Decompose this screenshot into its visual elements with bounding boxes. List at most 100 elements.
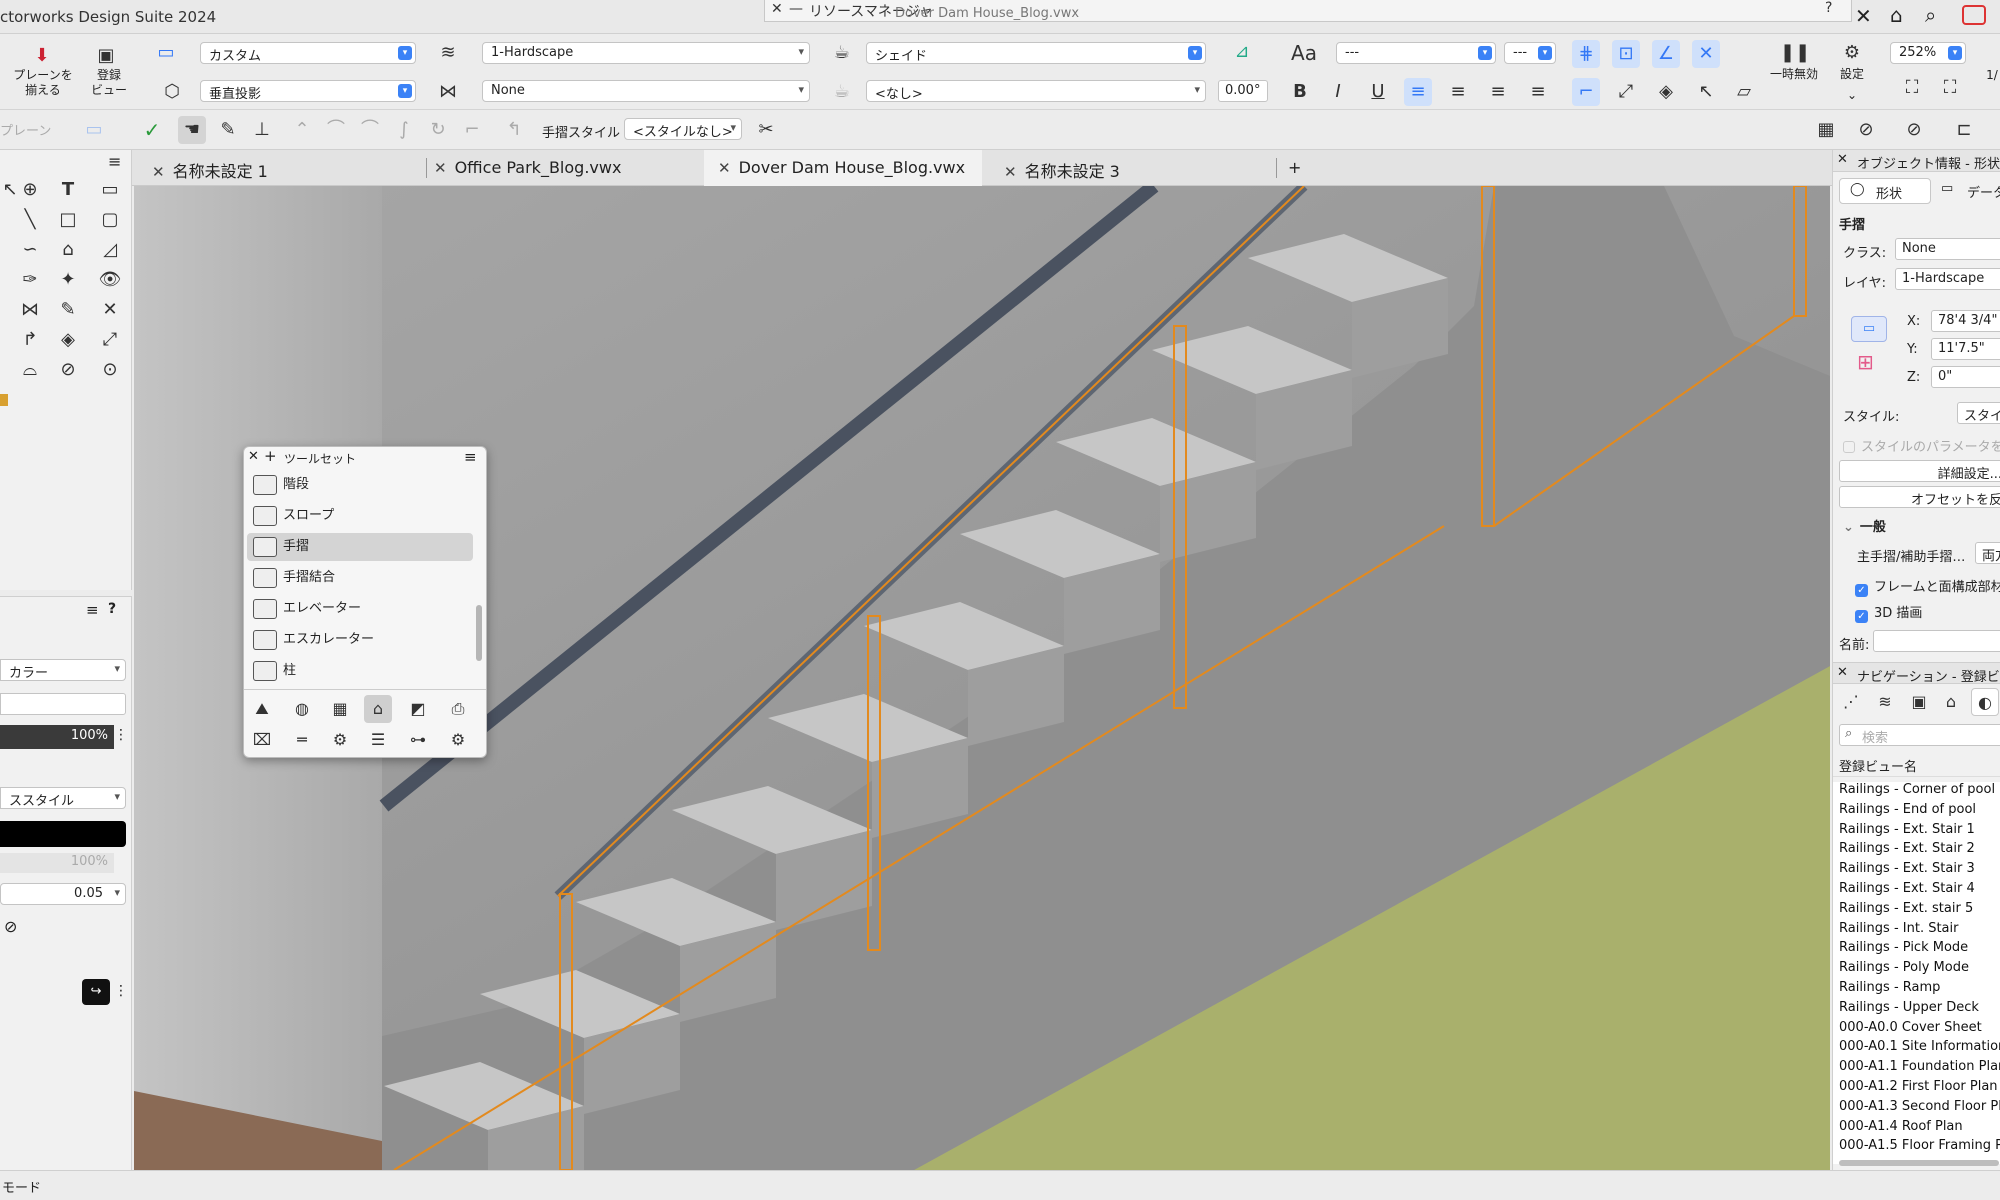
class-select[interactable]: カスタム ▾ xyxy=(200,42,416,64)
detail-toolset-icon[interactable]: ◩ xyxy=(404,695,432,723)
list-item[interactable]: 000-A0.1 Site Information xyxy=(1839,1039,2000,1054)
class-field[interactable]: None xyxy=(1895,238,2000,260)
tab-dover-dam[interactable]: ✕ Dover Dam House_Blog.vwx xyxy=(718,158,965,177)
layers-icon[interactable]: ≋ xyxy=(1871,688,1899,716)
mep-toolset-icon[interactable]: ⊶ xyxy=(404,726,432,754)
frame-checkbox[interactable]: ✓ フレームと面構成部材 xyxy=(1855,576,2000,597)
font-select[interactable]: --- ▾ xyxy=(1336,42,1496,64)
zoom-select[interactable]: 252% ▾ xyxy=(1890,42,1966,64)
y-field[interactable]: 11'7.5" xyxy=(1931,338,2000,360)
list-item[interactable]: Railings - Ext. Stair 4 xyxy=(1839,881,1975,896)
close-icon[interactable]: ✕ xyxy=(1837,152,1848,167)
more-options-icon[interactable]: ⋮ xyxy=(114,727,128,743)
horizontal-scrollbar[interactable] xyxy=(1839,1160,1999,1166)
list-item[interactable]: Railings - Ext. stair 5 xyxy=(1839,901,1973,916)
rectangle-tool-icon[interactable]: □ xyxy=(54,206,82,234)
polyline-tool-icon[interactable]: ◿ xyxy=(96,236,124,264)
main-rail-select[interactable]: 両方 xyxy=(1975,542,2000,564)
list-item[interactable]: Railings - Int. Stair xyxy=(1839,921,1958,936)
tool-railing[interactable]: 手摺 xyxy=(247,533,473,561)
snap-intersection-icon[interactable]: ✕ xyxy=(1692,40,1720,68)
mirror-tool-icon[interactable]: ⋈ xyxy=(16,296,44,324)
render-mode-select[interactable]: シェイド ▾ xyxy=(866,42,1206,64)
plane-icon[interactable]: ▭ xyxy=(152,39,180,67)
list-item[interactable]: 000-A0.0 Cover Sheet xyxy=(1839,1020,1982,1035)
line-tool-icon[interactable]: ╲ xyxy=(16,206,44,234)
help-icon[interactable]: ? xyxy=(108,601,116,617)
extrude-tool-icon[interactable]: ◈ xyxy=(54,326,82,354)
add-icon[interactable]: + xyxy=(264,447,277,465)
arc-tool-icon[interactable]: ⌓ xyxy=(16,356,44,384)
minimize-icon[interactable]: — xyxy=(789,1,803,17)
fillet-mode-icon[interactable]: ↰ xyxy=(500,116,528,144)
font-icon[interactable]: Aa xyxy=(1290,39,1318,67)
tool-elevator[interactable]: エレベーター xyxy=(247,595,473,623)
gear-icon[interactable]: ⚙ xyxy=(1838,39,1866,67)
list-item[interactable]: 000-A1.4 Roof Plan xyxy=(1839,1119,1963,1134)
connect-icon[interactable]: ⋰ xyxy=(1837,688,1865,716)
stair-mode-icon[interactable]: ⊥ xyxy=(248,116,276,144)
hide-icon[interactable]: ⊘ xyxy=(1852,116,1880,144)
help-icon[interactable]: ? xyxy=(1825,0,1832,16)
list-item[interactable]: Railings - Upper Deck xyxy=(1839,1000,1979,1015)
polygon-tool-icon[interactable]: ⌂ xyxy=(54,236,82,264)
close-icon[interactable]: ✕ xyxy=(718,159,731,177)
palette-menu-icon[interactable]: ≡ xyxy=(464,448,477,466)
list-item[interactable]: 000-A1.3 Second Floor Pl xyxy=(1839,1099,2000,1114)
arc3-mode-icon[interactable]: ⌐ xyxy=(458,116,486,144)
circle-tool-icon[interactable]: ⊘ xyxy=(54,356,82,384)
snap-edge-icon[interactable]: ↖ xyxy=(1692,78,1720,106)
name-field[interactable] xyxy=(1873,630,2000,652)
callout-tool-icon[interactable]: ▭ xyxy=(96,176,124,204)
site-toolset-icon[interactable]: ⛰ xyxy=(248,695,276,723)
align-left-icon[interactable]: ≡ xyxy=(1404,78,1432,106)
align-planes-button[interactable]: プレーンを 揃える xyxy=(0,68,86,98)
target-tool-icon[interactable]: ⊙ xyxy=(96,356,124,384)
projection-select[interactable]: 垂直投影 ▾ xyxy=(200,80,416,102)
home-icon[interactable]: ⌂ xyxy=(1890,3,1903,27)
resources-icon[interactable]: ⌂ xyxy=(1937,688,1965,716)
x-field[interactable]: 78'4 3/4" xyxy=(1931,310,2000,332)
section-toolset-icon[interactable]: ☰ xyxy=(364,726,392,754)
snap-tangent-icon[interactable]: ⤢ xyxy=(1612,78,1640,106)
rail-style-select[interactable]: <スタイルなし> ▾ xyxy=(624,118,742,140)
fit-page-icon[interactable]: ⛶ xyxy=(1898,74,1926,102)
fill-opacity-slider[interactable]: 100% xyxy=(0,725,114,749)
general-section[interactable]: ⌄ 一般 xyxy=(1843,516,1886,535)
camera-toolset-icon[interactable]: ⎙ xyxy=(444,695,472,723)
list-item[interactable]: Railings - Poly Mode xyxy=(1839,960,1969,975)
align-justify-icon[interactable]: ≡ xyxy=(1524,78,1552,106)
layer-link-icon[interactable]: ⋈ xyxy=(434,78,462,106)
eyedropper-tool-icon[interactable]: ✑ xyxy=(16,266,44,294)
toolset-palette[interactable]: ✕ + ツールセット ≡ 階段 スロープ 手摺 手摺結合 エレベーター エスカレ… xyxy=(243,446,487,758)
pause-snap-button[interactable]: 一時無効 xyxy=(1764,67,1824,82)
arc-mode-icon[interactable]: ⌒ xyxy=(322,116,350,144)
door-toolset-icon[interactable]: ⌧ xyxy=(248,726,276,754)
list-item[interactable]: Railings - End of pool xyxy=(1839,802,1976,817)
vehicle-toolset-icon[interactable]: ⚙ xyxy=(326,726,354,754)
list-item[interactable]: Railings - Ext. Stair 2 xyxy=(1839,841,1975,856)
saved-views-icon[interactable]: ◐ xyxy=(1971,688,1999,716)
saved-view-icon[interactable]: ▣ xyxy=(92,42,120,70)
style-params-check[interactable]: スタイルのパラメータを xyxy=(1843,436,2000,455)
building-shell-toolset-icon[interactable]: ⌂ xyxy=(364,695,392,723)
close-window-icon[interactable]: ✕ xyxy=(1855,4,1872,28)
gear-icon[interactable]: ⚙ xyxy=(444,726,472,754)
italic-icon[interactable]: I xyxy=(1324,78,1352,106)
list-item[interactable]: 000-A1.5 Floor Framing P xyxy=(1839,1138,2000,1153)
line-weight-select[interactable]: 0.05 ▾ xyxy=(0,883,126,905)
transform-icon[interactable]: ⊏ xyxy=(1950,116,1978,144)
snap-grid-icon[interactable]: ⋕ xyxy=(1572,40,1600,68)
grid-origin-icon[interactable]: ⊞ xyxy=(1857,350,1874,374)
link-off-icon[interactable]: ⊘ xyxy=(4,917,17,936)
zoom-tool-icon[interactable]: ⊕ xyxy=(16,176,44,204)
tool-column[interactable]: 柱 xyxy=(247,657,473,685)
list-item[interactable]: Railings - Corner of pool xyxy=(1839,782,1995,797)
style-field[interactable]: スタイ xyxy=(1957,402,2000,424)
tool-ramp[interactable]: スロープ xyxy=(247,502,473,530)
magic-wand-tool-icon[interactable]: ✦ xyxy=(54,266,82,294)
align-planes-icon[interactable]: ⬇ xyxy=(28,42,56,70)
snap-distance-icon[interactable]: ⌐ xyxy=(1572,78,1600,106)
list-item[interactable]: 000-A1.2 First Floor Plan xyxy=(1839,1079,1998,1094)
trim-tool-icon[interactable]: ✕ xyxy=(96,296,124,324)
